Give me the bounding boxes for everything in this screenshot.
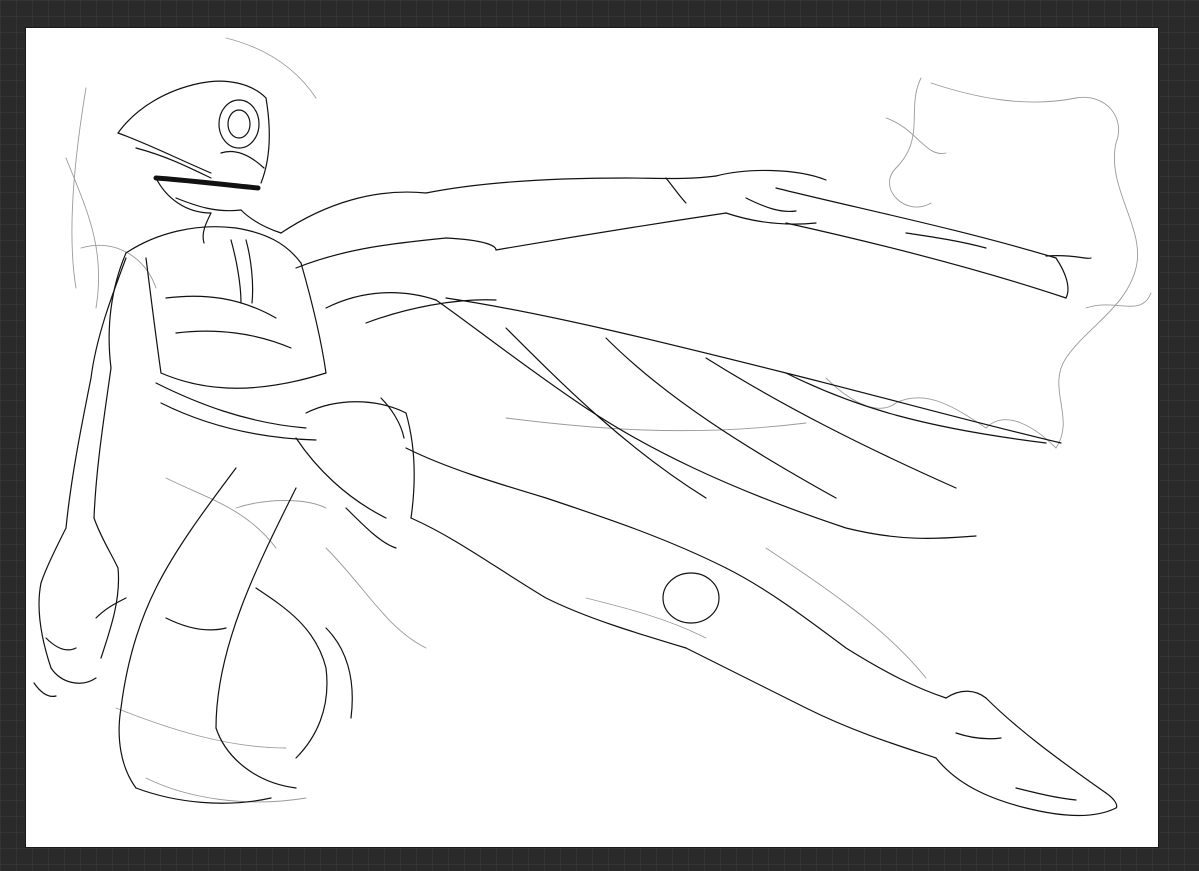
drawing-canvas[interactable] [26, 28, 1158, 847]
construction-lines [65, 37, 1152, 803]
workspace-background[interactable] [0, 0, 1199, 871]
sketch-artwork [33, 37, 1152, 817]
figure-lineart [33, 80, 1118, 817]
